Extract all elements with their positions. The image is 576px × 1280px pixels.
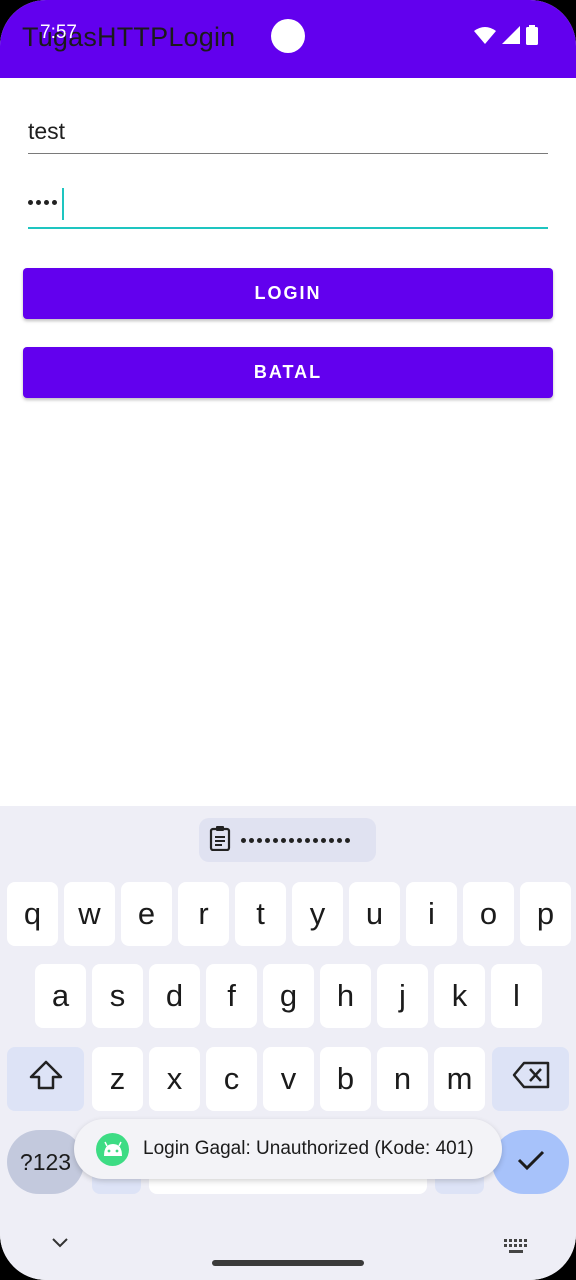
key-x[interactable]: x: [149, 1047, 200, 1111]
shift-icon: [29, 1060, 63, 1098]
key-u[interactable]: u: [349, 882, 400, 946]
key-p[interactable]: p: [520, 882, 571, 946]
clipboard-suggestion[interactable]: [199, 818, 376, 862]
key-r[interactable]: r: [178, 882, 229, 946]
clipboard-dot: [281, 837, 286, 843]
key-f[interactable]: f: [206, 964, 257, 1028]
key-j[interactable]: j: [377, 964, 428, 1028]
key-g[interactable]: g: [263, 964, 314, 1028]
key-a[interactable]: a: [35, 964, 86, 1028]
password-field[interactable]: [28, 186, 548, 229]
key-w[interactable]: w: [64, 882, 115, 946]
clipboard-dot: [273, 837, 278, 843]
key-l[interactable]: l: [491, 964, 542, 1028]
key-c[interactable]: c: [206, 1047, 257, 1111]
clipboard-dot: [241, 837, 246, 843]
text-cursor: [62, 188, 64, 220]
key-t[interactable]: t: [235, 882, 286, 946]
key-e[interactable]: e: [121, 882, 172, 946]
key-b[interactable]: b: [320, 1047, 371, 1111]
clipboard-dot: [329, 837, 334, 843]
backspace-key[interactable]: [492, 1047, 569, 1111]
password-mask: [28, 200, 57, 205]
checkmark-icon: [517, 1149, 545, 1176]
clipboard-masked-text: [241, 837, 350, 843]
clipboard-dot: [345, 837, 350, 843]
toast-text: Login Gagal: Unauthorized (Kode: 401): [143, 1138, 474, 1159]
status-time: 7:57: [40, 22, 77, 43]
key-z[interactable]: z: [92, 1047, 143, 1111]
wifi-icon: [474, 26, 496, 44]
camera-cutout: [271, 19, 305, 53]
app-bar: TugasHTTPLogin 7:57: [0, 0, 576, 78]
key-y[interactable]: y: [292, 882, 343, 946]
clipboard-dot: [313, 837, 318, 843]
key-m[interactable]: m: [434, 1047, 485, 1111]
shift-key[interactable]: [7, 1047, 84, 1111]
key-k[interactable]: k: [434, 964, 485, 1028]
password-dot: [52, 200, 57, 205]
clipboard-dot: [297, 837, 302, 843]
gesture-bar[interactable]: [212, 1260, 364, 1266]
clipboard-dot: [321, 837, 326, 843]
clipboard-dot: [249, 837, 254, 843]
phone-screen: TugasHTTPLogin 7:57 test LOGIN BATAL q w…: [0, 0, 576, 1280]
android-icon: [96, 1132, 129, 1166]
key-h[interactable]: h: [320, 964, 371, 1028]
chevron-down-icon[interactable]: [50, 1236, 70, 1255]
signal-icon: [502, 26, 520, 44]
username-value: test: [28, 118, 66, 144]
key-n[interactable]: n: [377, 1047, 428, 1111]
backspace-icon: [512, 1061, 550, 1097]
clipboard-dot: [265, 837, 270, 843]
key-o[interactable]: o: [463, 882, 514, 946]
clipboard-dot: [305, 837, 310, 843]
login-button[interactable]: LOGIN: [23, 268, 553, 319]
password-dot: [44, 200, 49, 205]
clipboard-dot: [257, 837, 262, 843]
battery-icon: [526, 25, 538, 45]
keyboard-icon[interactable]: [503, 1238, 529, 1259]
clipboard-icon: [209, 825, 231, 856]
cancel-button[interactable]: BATAL: [23, 347, 553, 398]
key-d[interactable]: d: [149, 964, 200, 1028]
password-dot: [36, 200, 41, 205]
password-dot: [28, 200, 33, 205]
key-i[interactable]: i: [406, 882, 457, 946]
clipboard-dot: [337, 837, 342, 843]
key-s[interactable]: s: [92, 964, 143, 1028]
toast-message: Login Gagal: Unauthorized (Kode: 401): [74, 1119, 502, 1179]
key-q[interactable]: q: [7, 882, 58, 946]
enter-key[interactable]: [492, 1130, 569, 1194]
clipboard-dot: [289, 837, 294, 843]
status-icons: [474, 25, 538, 45]
symbols-key[interactable]: ?123: [7, 1130, 84, 1194]
key-v[interactable]: v: [263, 1047, 314, 1111]
username-field[interactable]: test: [28, 112, 548, 154]
soft-keyboard: qwertyuiop asdfghjkl zxcvbnm ?123 Login …: [0, 806, 576, 1280]
